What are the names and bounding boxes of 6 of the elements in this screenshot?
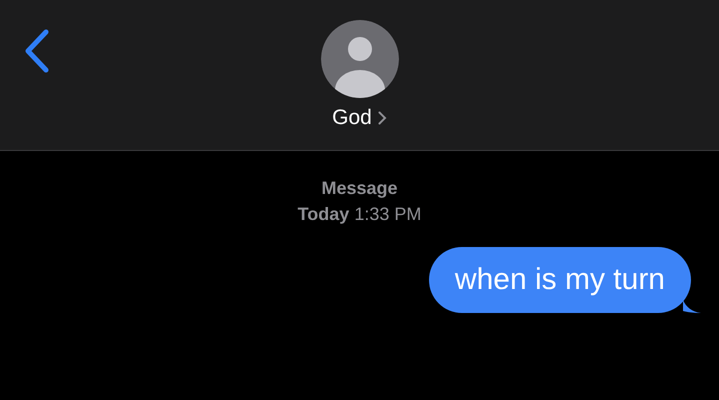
chevron-icon: [378, 111, 387, 125]
avatar-icon: [320, 20, 398, 98]
contact-name-button[interactable]: God: [332, 106, 387, 130]
timestamp: Today 1:33 PM: [298, 203, 422, 226]
service-label: Message: [321, 177, 398, 200]
bubble-tail: [683, 300, 701, 313]
